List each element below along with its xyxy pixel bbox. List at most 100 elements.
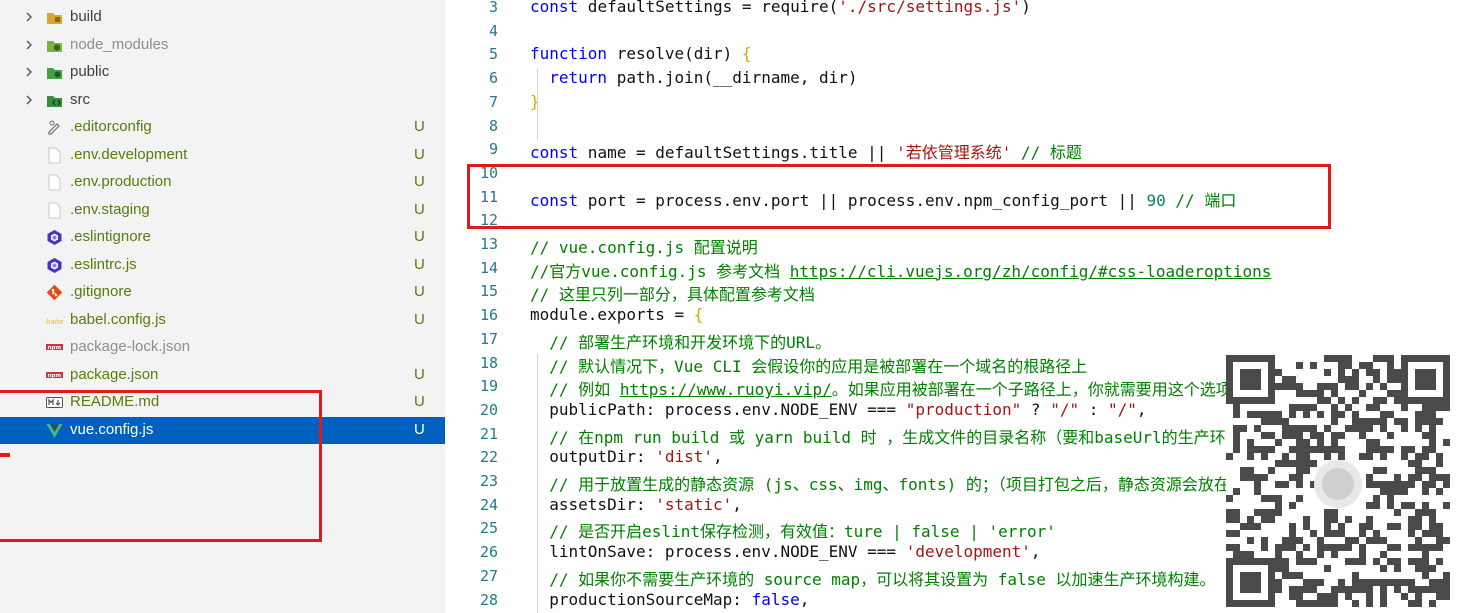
- tree-file-gitignore[interactable]: .gitignore U: [0, 279, 445, 306]
- line-number: 14: [479, 258, 498, 277]
- code-line[interactable]: 5 function resolve(dir) {: [445, 43, 1474, 67]
- code-token: productionSourceMap:: [530, 589, 752, 609]
- line-number: 27: [479, 566, 498, 585]
- chevron-right-icon[interactable]: [22, 65, 36, 79]
- file-icon: [46, 147, 63, 164]
- code-token: port = process.env.port || process.env.n…: [578, 190, 1147, 210]
- code-token: const: [530, 190, 579, 210]
- code-line[interactable]: 8: [445, 115, 1474, 139]
- code-text: // 用于放置生成的静态资源 (js、css、img、fonts) 的；（项目打…: [530, 471, 1342, 495]
- code-line[interactable]: 11 const port = process.env.port || proce…: [445, 186, 1474, 210]
- code-token: ,: [799, 589, 810, 609]
- indent-guide: [537, 69, 538, 141]
- tree-file-package-lock-json[interactable]: npm package-lock.json: [0, 334, 445, 361]
- code-token: // vue.config.js 配置说明: [530, 238, 758, 257]
- code-token: './src/settings.js': [838, 0, 1022, 16]
- highlight-box-marker: [0, 453, 10, 457]
- code-token: return: [549, 68, 608, 88]
- line-number: 8: [488, 116, 498, 135]
- editorconfig-icon: [46, 119, 63, 136]
- tree-item-label: .eslintrc.js: [70, 255, 137, 273]
- code-text: // 是否开启eslint保存检测，有效值：ture | false | 'er…: [530, 518, 1056, 542]
- vue-icon: [46, 422, 63, 439]
- tree-item-label: package-lock.json: [70, 338, 191, 355]
- line-number: 9: [488, 140, 498, 159]
- git-status-badge: U: [414, 173, 425, 190]
- code-token: defaultSettings = require(: [578, 0, 839, 16]
- code-text: // 如果你不需要生产环境的 source map，可以将其设置为 false …: [530, 566, 1216, 590]
- tree-file-eslintrc-js[interactable]: .eslintrc.js U: [0, 252, 445, 279]
- tree-file-package-json[interactable]: npm package.json U: [0, 362, 445, 389]
- line-number: 22: [479, 448, 498, 467]
- code-line[interactable]: 10: [445, 162, 1474, 186]
- babel-icon: babel: [46, 312, 65, 329]
- code-line[interactable]: 13 // vue.config.js 配置说明: [445, 233, 1474, 257]
- code-line[interactable]: 12: [445, 209, 1474, 233]
- code-text: assetsDir: 'static',: [530, 495, 742, 514]
- line-number: 11: [479, 187, 498, 206]
- qr-pattern: [1226, 355, 1450, 607]
- code-token: 90: [1146, 190, 1166, 210]
- tree-item-label: .gitignore: [70, 283, 132, 300]
- code-line[interactable]: 9 const name = defaultSettings.title || '…: [445, 138, 1474, 162]
- build-folder-icon: [46, 9, 63, 26]
- code-token: "production": [905, 399, 1022, 419]
- code-line[interactable]: 14 //官方vue.config.js 参考文档 https://cli.vue…: [445, 257, 1474, 281]
- code-token: // 部署生产环境和开发环境下的URL。: [549, 332, 832, 352]
- tree-folder-public[interactable]: public: [0, 59, 445, 86]
- git-status-badge: U: [414, 200, 425, 218]
- tree-folder-src[interactable]: src: [0, 87, 445, 114]
- code-line[interactable]: 15 // 这里只列一部分，具体配置参考文档: [445, 280, 1474, 304]
- tree-file-readme-md[interactable]: README.md U: [0, 389, 445, 416]
- chevron-right-icon[interactable]: [22, 38, 36, 52]
- chevron-right-icon[interactable]: [22, 93, 36, 107]
- tree-file-env-staging[interactable]: .env.staging U: [0, 197, 445, 224]
- tree-file-env-production[interactable]: .env.production U: [0, 169, 445, 196]
- tree-file-editorconfig[interactable]: .editorconfig U: [0, 114, 445, 141]
- git-status-badge: U: [414, 365, 425, 383]
- chevron-right-icon[interactable]: [22, 10, 36, 24]
- code-token: ?: [1021, 399, 1051, 419]
- code-line[interactable]: 7}: [445, 91, 1474, 115]
- tree-item-label: public: [70, 63, 110, 80]
- git-status-badge: U: [414, 228, 425, 245]
- tree-item-label: README.md: [70, 393, 160, 410]
- tree-file-eslintignore[interactable]: .eslintignore U: [0, 224, 445, 251]
- code-line[interactable]: 3 const defaultSettings = require('./src/…: [445, 0, 1474, 20]
- tree-folder-node-modules[interactable]: node_modules: [0, 32, 445, 59]
- code-token: ,: [732, 494, 742, 514]
- code-token: // 如果你不需要生产环境的 source map，可以将其设置为 false …: [549, 569, 1216, 589]
- code-token: __dirname, dir): [713, 68, 858, 88]
- code-line[interactable]: 17 // 部署生产环境和开发环境下的URL。: [445, 328, 1474, 352]
- tree-item-label: package.json: [70, 365, 159, 383]
- code-token: module.exports =: [530, 305, 694, 325]
- svg-text:babel: babel: [46, 318, 63, 326]
- line-number: 24: [479, 495, 498, 514]
- tree-item-label: .env.development: [70, 145, 188, 163]
- git-status-badge: U: [414, 118, 425, 135]
- code-token: publicPath: process.env.NODE_ENV ===: [530, 399, 906, 419]
- line-number: 16: [479, 306, 498, 325]
- code-token: {: [693, 305, 704, 325]
- tree-item-label: node_modules: [70, 35, 169, 53]
- tree-folder-build[interactable]: build: [0, 4, 445, 31]
- code-token: // 默认情况下，Vue CLI 会假设你的应用是被部署在一个域名的根路径上: [549, 356, 1088, 376]
- code-line[interactable]: 16 module.exports = {: [445, 304, 1474, 328]
- code-line[interactable]: 4: [445, 20, 1474, 44]
- code-token: ,: [1030, 542, 1041, 562]
- tree-file-env-development[interactable]: .env.development U: [0, 142, 445, 169]
- code-text: //官方vue.config.js 参考文档 https://cli.vuejs…: [530, 258, 1271, 282]
- code-text: // 部署生产环境和开发环境下的URL。: [530, 329, 831, 353]
- code-text: // 这里只列一部分，具体配置参考文档: [530, 281, 815, 305]
- code-token: // 例如: [549, 380, 620, 400]
- npm-icon: npm: [46, 367, 63, 384]
- git-status-badge: U: [414, 310, 425, 328]
- code-token: https://cli.vuejs.org/zh/config/#css-loa…: [789, 261, 1272, 281]
- svg-text:npm: npm: [48, 373, 62, 379]
- tree-file-babel-config-js[interactable]: babel babel.config.js U: [0, 307, 445, 334]
- tree-file-vue-config-js[interactable]: vue.config.js U: [0, 416, 445, 444]
- code-line[interactable]: 6 return path.join(__dirname, dir): [445, 67, 1474, 91]
